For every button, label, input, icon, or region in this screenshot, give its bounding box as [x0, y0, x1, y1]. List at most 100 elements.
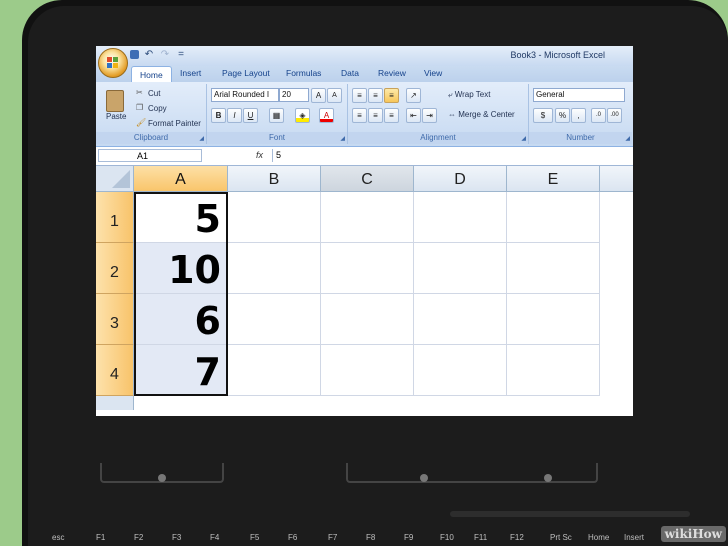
dialog-launcher-icon[interactable]: ◢ [199, 135, 204, 142]
cell-e3[interactable] [507, 294, 600, 345]
cut-button[interactable]: Cut [148, 89, 160, 98]
formula-input[interactable]: 5 [272, 149, 632, 162]
cell-d3[interactable] [414, 294, 507, 345]
select-all-corner[interactable] [96, 166, 134, 192]
align-right-icon[interactable]: ≡ [384, 108, 399, 123]
paste-button[interactable]: Paste [106, 112, 126, 121]
cell-d1[interactable] [414, 192, 507, 243]
key-f1[interactable]: F1 [96, 533, 105, 542]
name-box[interactable]: A1 [98, 149, 202, 162]
percent-button[interactable]: % [555, 108, 570, 123]
key-f7[interactable]: F7 [328, 533, 337, 542]
merge-center-button[interactable]: ⇔ Merge & Center [448, 110, 515, 119]
office-button[interactable] [98, 48, 128, 78]
align-left-icon[interactable]: ≡ [352, 108, 367, 123]
cell-d2[interactable] [414, 243, 507, 294]
key-f3[interactable]: F3 [172, 533, 181, 542]
borders-icon[interactable]: ▦ [269, 108, 284, 123]
merge-center-label: Merge & Center [458, 110, 515, 119]
number-format-select[interactable]: General [533, 88, 625, 102]
office-logo-icon [107, 57, 119, 69]
key-insert[interactable]: Insert [624, 533, 644, 542]
tab-insert[interactable]: Insert [180, 68, 201, 78]
column-header-e[interactable]: E [507, 166, 600, 192]
column-header-f[interactable] [600, 166, 633, 192]
key-f10[interactable]: F10 [440, 533, 454, 542]
row-header-1[interactable]: 1 [96, 192, 134, 243]
key-f9[interactable]: F9 [404, 533, 413, 542]
grow-font-icon[interactable]: A [311, 88, 326, 103]
cell-a4[interactable]: 7 [134, 345, 228, 396]
column-header-a[interactable]: A [134, 166, 228, 192]
row-header-3[interactable]: 3 [96, 294, 134, 345]
key-esc[interactable]: esc [52, 533, 64, 542]
wrap-text-button[interactable]: ⤶ Wrap Text [448, 90, 490, 100]
cell-e4[interactable] [507, 345, 600, 396]
font-family-select[interactable]: Arial Rounded I [211, 88, 279, 102]
key-prtsc[interactable]: Prt Sc [550, 533, 572, 542]
row-header-5[interactable] [96, 396, 134, 410]
cell-c2[interactable] [321, 243, 414, 294]
cell-d4[interactable] [414, 345, 507, 396]
format-painter-button[interactable]: Format Painter [148, 119, 201, 128]
comma-button[interactable]: , [571, 108, 586, 123]
watermark: wikiHow [660, 526, 726, 542]
tab-data[interactable]: Data [341, 68, 359, 78]
key-f8[interactable]: F8 [366, 533, 375, 542]
tab-review[interactable]: Review [378, 68, 406, 78]
cell-b4[interactable] [228, 345, 321, 396]
cell-a2[interactable]: 10 [134, 243, 228, 294]
key-f12[interactable]: F12 [510, 533, 524, 542]
column-header-b[interactable]: B [228, 166, 321, 192]
underline-button[interactable]: U [243, 108, 258, 123]
italic-button[interactable]: I [227, 108, 242, 123]
cell-c4[interactable] [321, 345, 414, 396]
cell-c1[interactable] [321, 192, 414, 243]
accounting-format-icon[interactable]: $ [533, 108, 553, 123]
cell-a1[interactable]: 5 [134, 192, 228, 243]
paste-icon[interactable] [106, 90, 124, 112]
row-header-2[interactable]: 2 [96, 243, 134, 294]
cell-e1[interactable] [507, 192, 600, 243]
clipboard-label: Clipboard [96, 132, 206, 144]
cell-e2[interactable] [507, 243, 600, 294]
key-f6[interactable]: F6 [288, 533, 297, 542]
tab-formulas[interactable]: Formulas [286, 68, 321, 78]
font-color-icon[interactable]: A [319, 108, 334, 123]
column-header-c[interactable]: C [321, 166, 414, 192]
align-bottom-icon[interactable]: ≡ [384, 88, 399, 103]
row-header-4[interactable]: 4 [96, 345, 134, 396]
key-f11[interactable]: F11 [474, 533, 487, 542]
tab-home[interactable]: Home [131, 66, 172, 83]
copy-button[interactable]: Copy [148, 104, 167, 113]
cell-a3[interactable]: 6 [134, 294, 228, 345]
align-center-icon[interactable]: ≡ [368, 108, 383, 123]
fill-color-icon[interactable]: ◈ [295, 108, 310, 123]
tab-view[interactable]: View [424, 68, 442, 78]
decrease-decimal-icon[interactable]: .00 [607, 108, 622, 123]
dialog-launcher-icon[interactable]: ◢ [340, 135, 345, 142]
cell-b3[interactable] [228, 294, 321, 345]
cell-b1[interactable] [228, 192, 321, 243]
fx-icon[interactable]: fx [256, 150, 263, 160]
orientation-icon[interactable]: ↗ [406, 88, 421, 103]
key-home[interactable]: Home [588, 533, 609, 542]
bold-button[interactable]: B [211, 108, 226, 123]
increase-decimal-icon[interactable]: .0 [591, 108, 606, 123]
font-size-select[interactable]: 20 [279, 88, 309, 102]
increase-indent-icon[interactable]: ⇥ [422, 108, 437, 123]
shrink-font-icon[interactable]: A [327, 88, 342, 103]
tab-page-layout[interactable]: Page Layout [222, 68, 270, 78]
column-header-d[interactable]: D [414, 166, 507, 192]
cell-c3[interactable] [321, 294, 414, 345]
laptop-base: esc F1 F2 F3 F4 F5 F6 F7 F8 F9 F10 F11 F… [0, 418, 728, 546]
dialog-launcher-icon[interactable]: ◢ [625, 135, 630, 142]
align-top-icon[interactable]: ≡ [352, 88, 367, 103]
cell-b2[interactable] [228, 243, 321, 294]
key-f5[interactable]: F5 [250, 533, 259, 542]
align-middle-icon[interactable]: ≡ [368, 88, 383, 103]
key-f4[interactable]: F4 [210, 533, 219, 542]
key-f2[interactable]: F2 [134, 533, 143, 542]
decrease-indent-icon[interactable]: ⇤ [406, 108, 421, 123]
dialog-launcher-icon[interactable]: ◢ [521, 135, 526, 142]
